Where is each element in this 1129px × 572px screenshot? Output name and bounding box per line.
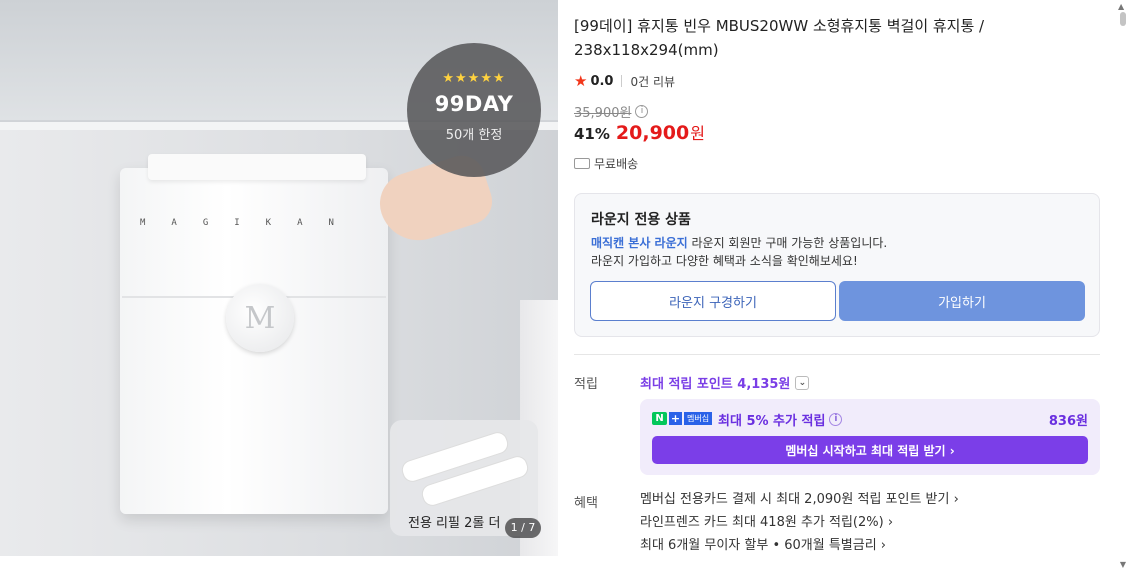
badge-subtitle: 50개 한정	[445, 128, 503, 143]
divider	[621, 75, 623, 87]
bin-brand-text: MAGIKAN	[140, 218, 360, 228]
shipping-row: 무료배송	[574, 155, 638, 172]
trash-bin-lid	[148, 154, 366, 180]
badge-stars: ★★★★★	[442, 71, 506, 86]
original-price-row: 35,900원 i	[574, 102, 649, 121]
scrollbar-thumb[interactable]	[1120, 12, 1126, 26]
section-divider	[574, 354, 1100, 355]
lounge-title: 라운지 전용 상품	[591, 212, 691, 228]
shipping-text: 무료배송	[594, 157, 639, 171]
lounge-description: 매직캔 본사 라운지 라운지 회원만 구매 가능한 상품입니다.	[591, 234, 887, 251]
join-lounge-button[interactable]: 가입하기	[839, 281, 1085, 321]
naver-n-icon: N	[652, 412, 667, 425]
bin-knob: M	[226, 284, 294, 352]
scroll-up-arrow-icon[interactable]: ▲	[1118, 2, 1126, 11]
benefit-item[interactable]: 최대 6개월 무이자 할부 • 60개월 특별금리 ›	[640, 536, 959, 559]
benefits-label: 혜택	[574, 496, 598, 511]
image-counter: 1 / 7	[505, 518, 541, 538]
sale-price: 20,900	[615, 122, 690, 144]
review-count-link[interactable]: 0건 리뷰	[630, 73, 675, 90]
max-points[interactable]: 최대 적립 포인트 4,135원 ⌄	[640, 373, 810, 392]
product-title: [99데이] 휴지통 빈우 MBUS20WW 소형휴지통 벽걸이 휴지통 / 2…	[574, 17, 985, 59]
start-membership-button[interactable]: 멤버십 시작하고 최대 적립 받기 ›	[652, 436, 1088, 464]
promo-badge: ★★★★★ 99DAY 50개 한정	[407, 43, 541, 177]
plus-icon: +	[669, 412, 682, 425]
max-points-text: 최대 적립 포인트 4,135원	[640, 377, 791, 392]
rating-score: 0.0	[590, 73, 614, 89]
original-price: 35,900원	[574, 106, 632, 121]
membership-amount: 836원	[1048, 414, 1088, 429]
currency-unit: 원	[690, 124, 705, 143]
product-image-gallery[interactable]: MAGIKAN M ★★★★★ 99DAY 50개 한정 전용 리필 2롤 더 …	[0, 0, 558, 556]
badge-title: 99DAY	[434, 92, 514, 116]
scroll-down-arrow-icon[interactable]: ▼	[1120, 560, 1126, 569]
lounge-subdescription: 라운지 가입하고 다양한 혜택과 소식을 확인해보세요!	[591, 254, 858, 268]
price-row: 41% 20,900 원	[574, 120, 705, 144]
membership-extra: 최대 5% 추가 적립 i	[718, 410, 843, 429]
discount-rate: 41%	[574, 125, 610, 143]
info-icon[interactable]: i	[635, 105, 649, 118]
lounge-panel: 라운지 전용 상품 매직캔 본사 라운지 라운지 회원만 구매 가능한 상품입니…	[574, 193, 1100, 337]
membership-extra-text: 최대 5% 추가 적립	[718, 414, 826, 429]
chevron-down-icon[interactable]: ⌄	[795, 375, 810, 390]
benefits-list: 멤버십 전용카드 결제 시 최대 2,090원 적립 포인트 받기 › 라인프렌…	[640, 490, 959, 559]
lounge-desc-rest: 라운지 회원만 구매 가능한 상품입니다.	[687, 236, 888, 250]
benefit-item[interactable]: 멤버십 전용카드 결제 시 최대 2,090원 적립 포인트 받기 ›	[640, 490, 959, 513]
knob-letter: M	[244, 300, 276, 336]
refill-label: 전용 리필 2롤 더	[408, 516, 501, 531]
benefit-item[interactable]: 라인프렌즈 카드 최대 418원 추가 적립(2%) ›	[640, 513, 959, 536]
membership-box: N + 멤버십 최대 5% 추가 적립 i 836원 멤버십 시작하고 최대 적…	[640, 399, 1100, 475]
truck-icon	[574, 158, 590, 169]
npay-membership-logo: N + 멤버십	[652, 412, 713, 425]
star-icon: ★	[574, 72, 588, 90]
membership-tag: 멤버십	[684, 412, 713, 425]
info-icon[interactable]: i	[829, 413, 843, 426]
lounge-link[interactable]: 매직캔 본사 라운지	[591, 236, 688, 250]
product-page: MAGIKAN M ★★★★★ 99DAY 50개 한정 전용 리필 2롤 더 …	[0, 0, 1129, 572]
points-label: 적립	[574, 377, 598, 392]
browse-lounge-button[interactable]: 라운지 구경하기	[590, 281, 836, 321]
rating-row[interactable]: ★ 0.0 0건 리뷰	[574, 72, 675, 90]
